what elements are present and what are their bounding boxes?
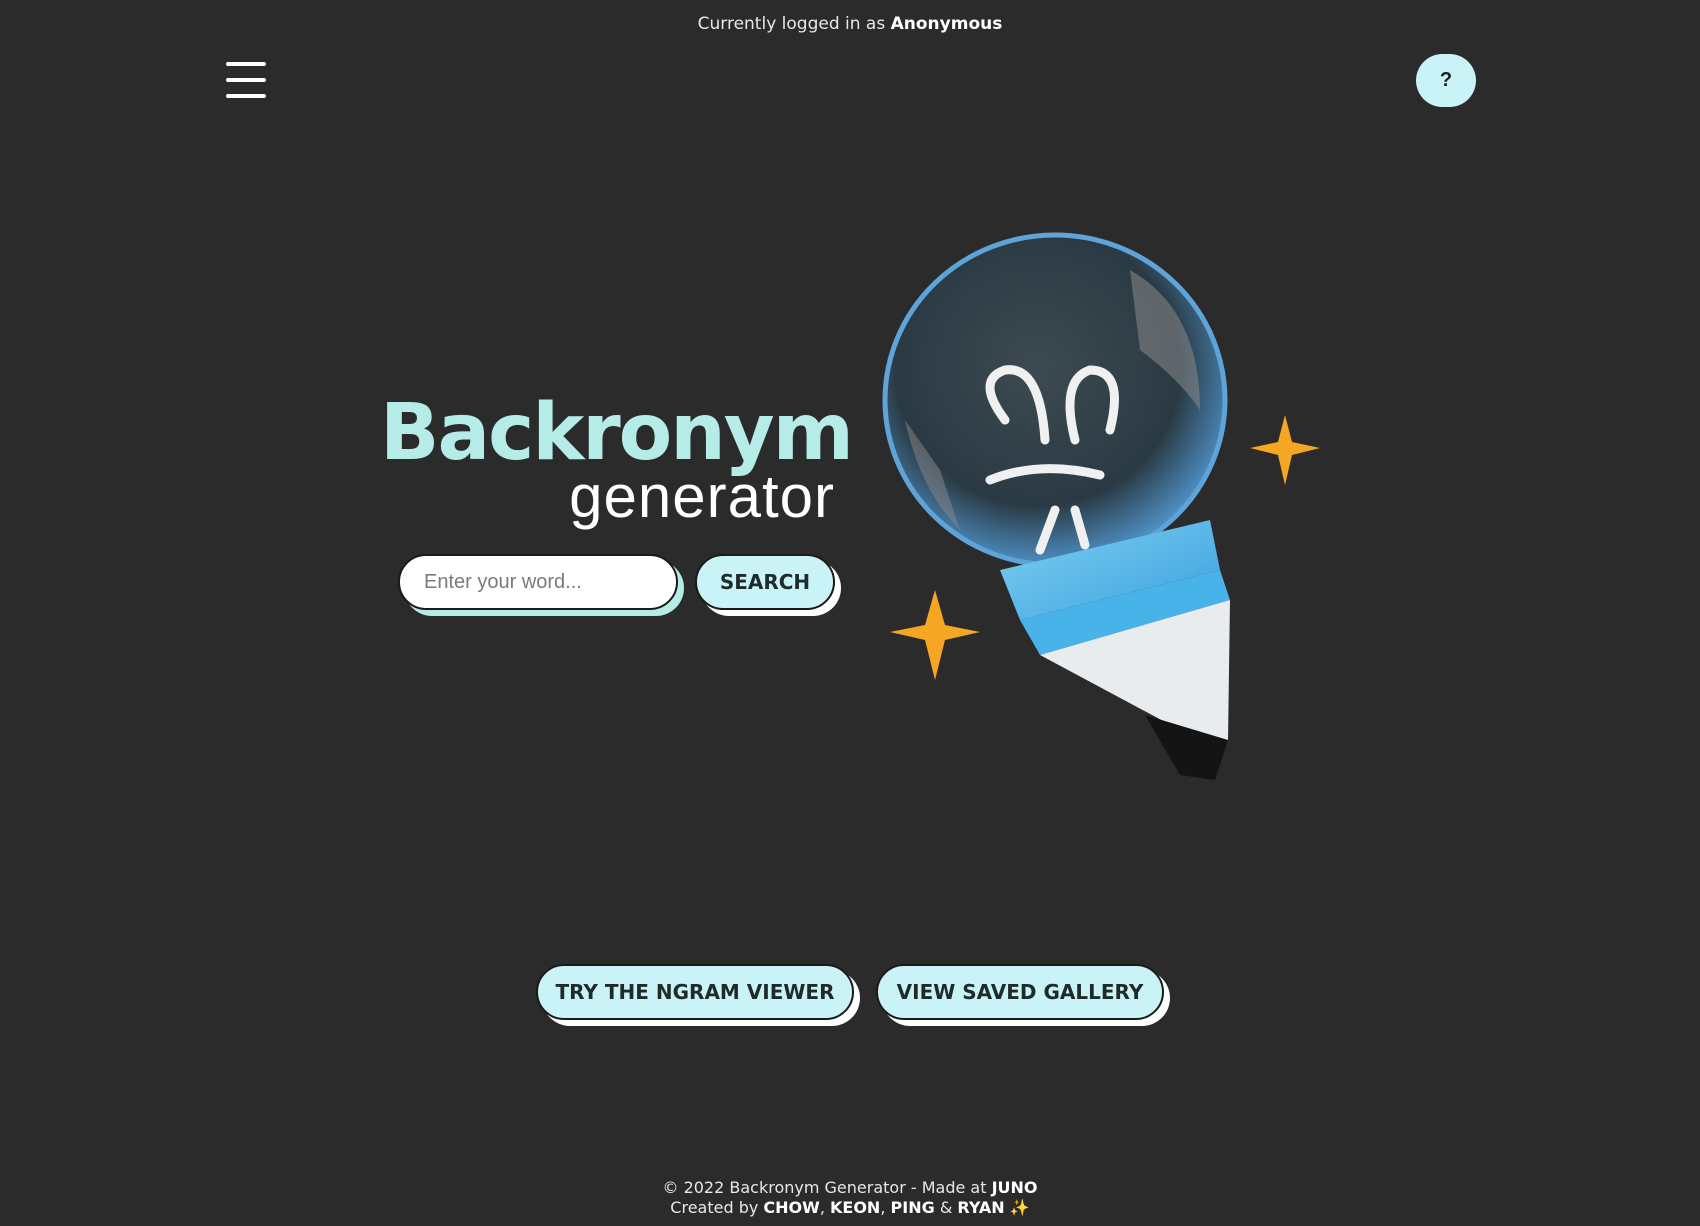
app-title: Backronym: [380, 388, 854, 478]
separator: ,: [880, 1198, 886, 1217]
lightbulb-icon: [882, 232, 1228, 568]
footer-copyright: © 2022 Backronym Generator - Made at JUN…: [0, 1178, 1700, 1198]
lightbulb-pencil-illustration: [882, 232, 1320, 780]
login-status: Currently logged in as Anonymous: [0, 14, 1700, 34]
separator: &: [939, 1198, 953, 1217]
footer-credits: Created by CHOW, KEON, PING & RYAN ✨: [0, 1198, 1700, 1218]
copyright-text: © 2022 Backronym Generator - Made at: [662, 1178, 987, 1197]
help-button[interactable]: ?: [1416, 54, 1476, 107]
footer: © 2022 Backronym Generator - Made at JUN…: [0, 1178, 1700, 1218]
word-search-input[interactable]: [398, 554, 678, 610]
creator-name: CHOW: [763, 1198, 820, 1217]
org-name: JUNO: [991, 1178, 1038, 1197]
creator-name: PING: [890, 1198, 935, 1217]
saved-gallery-button[interactable]: VIEW SAVED GALLERY: [876, 964, 1164, 1020]
menu-line: [226, 78, 266, 82]
sparkle-icon: ✨: [1009, 1198, 1030, 1217]
creator-name: KEON: [830, 1198, 881, 1217]
credits-prefix: Created by: [670, 1198, 759, 1217]
login-prefix: Currently logged in as: [697, 14, 886, 34]
login-username: Anonymous: [890, 14, 1003, 34]
hero-title: Backronym generator: [380, 388, 854, 527]
hamburger-menu-icon[interactable]: [226, 62, 266, 98]
menu-line: [226, 62, 266, 66]
menu-line: [226, 94, 266, 98]
separator: ,: [819, 1198, 825, 1217]
creator-name: RYAN: [957, 1198, 1005, 1217]
search-button[interactable]: SEARCH: [695, 554, 835, 610]
ngram-viewer-button[interactable]: TRY THE NGRAM VIEWER: [536, 964, 854, 1020]
